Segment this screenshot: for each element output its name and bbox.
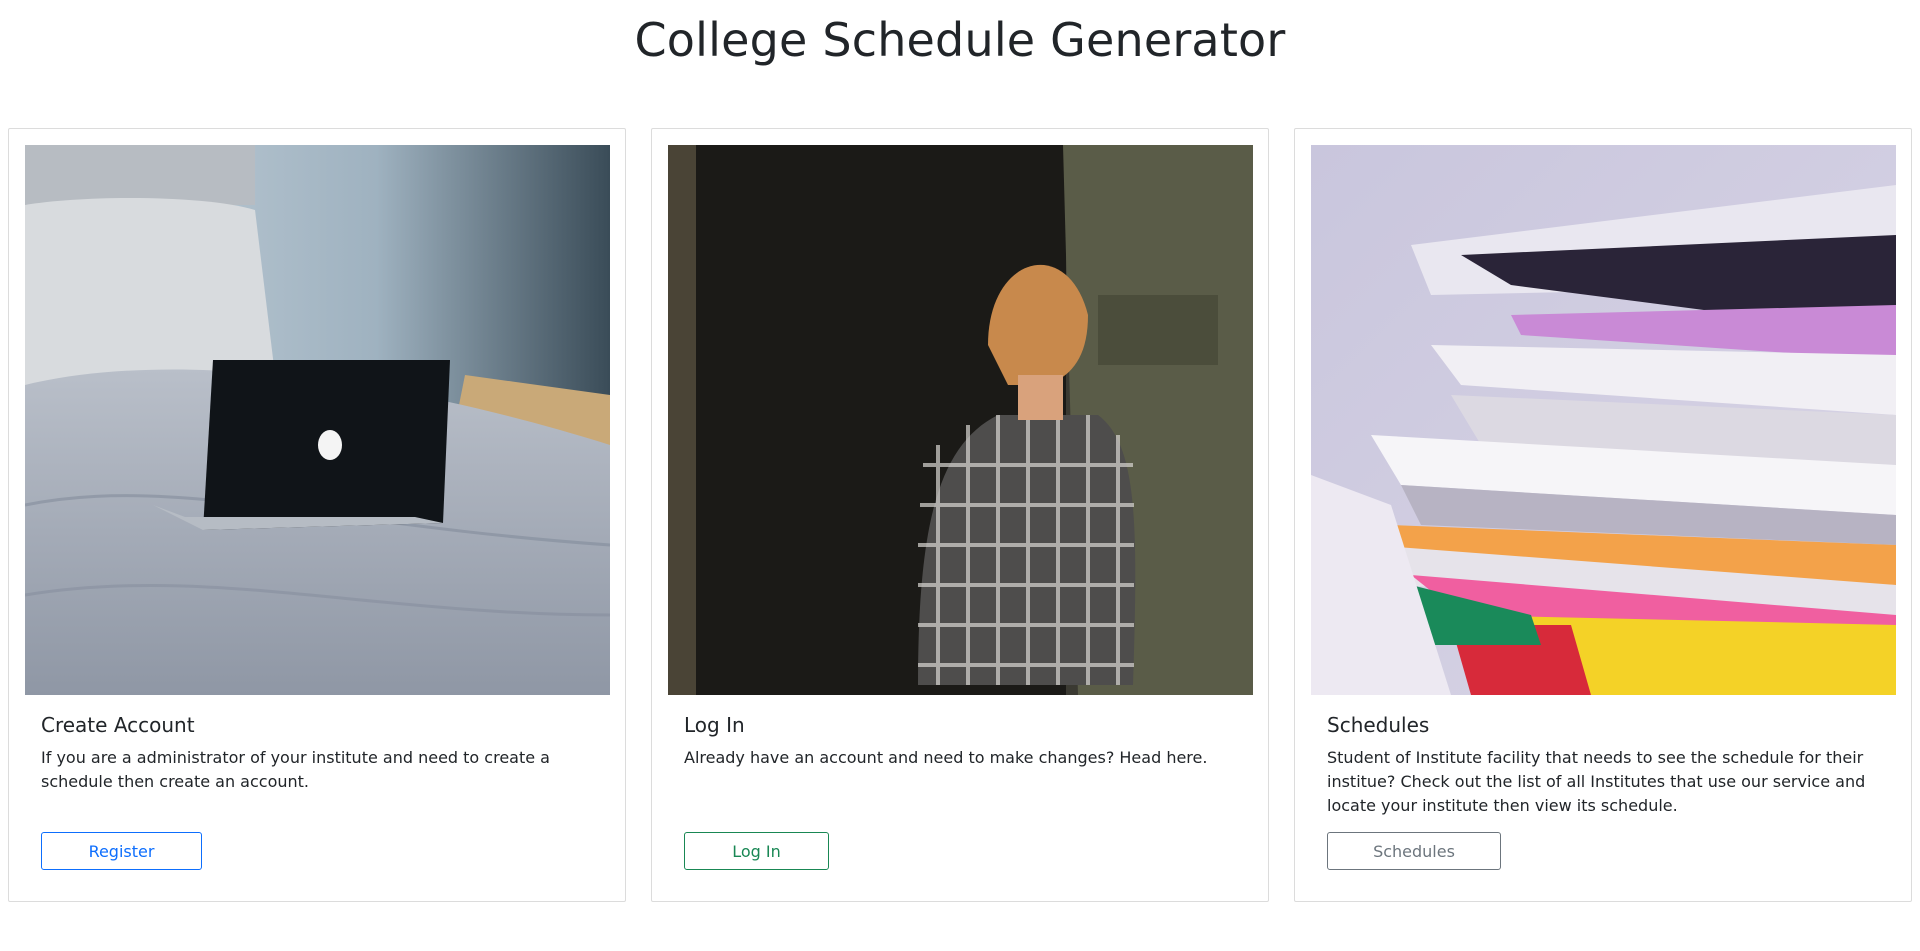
stack-of-papers-image <box>1311 145 1896 695</box>
schedules-body: Schedules Student of Institute facility … <box>1327 712 1879 818</box>
log-in-button[interactable]: Log In <box>684 832 829 870</box>
schedules-card: Schedules Student of Institute facility … <box>1294 128 1912 902</box>
page-title: College Schedule Generator <box>634 13 1286 67</box>
schedules-button[interactable]: Schedules <box>1327 832 1501 870</box>
laptop-on-bed-image <box>25 145 610 695</box>
card-title: Log In <box>684 713 745 737</box>
log-in-body: Log In Already have an account and need … <box>684 712 1236 770</box>
card-text: Student of Institute facility that needs… <box>1327 748 1866 815</box>
log-in-card: Log In Already have an account and need … <box>651 128 1269 902</box>
create-account-card: Create Account If you are a administrato… <box>8 128 626 902</box>
create-account-body: Create Account If you are a administrato… <box>41 712 593 794</box>
card-text: Already have an account and need to make… <box>684 748 1208 767</box>
card-text: If you are a administrator of your insti… <box>41 748 550 791</box>
card-title: Create Account <box>41 713 195 737</box>
card-title: Schedules <box>1327 713 1430 737</box>
card-grid: Create Account If you are a administrato… <box>8 128 1912 902</box>
register-button[interactable]: Register <box>41 832 202 870</box>
person-entering-door-image <box>668 145 1253 695</box>
